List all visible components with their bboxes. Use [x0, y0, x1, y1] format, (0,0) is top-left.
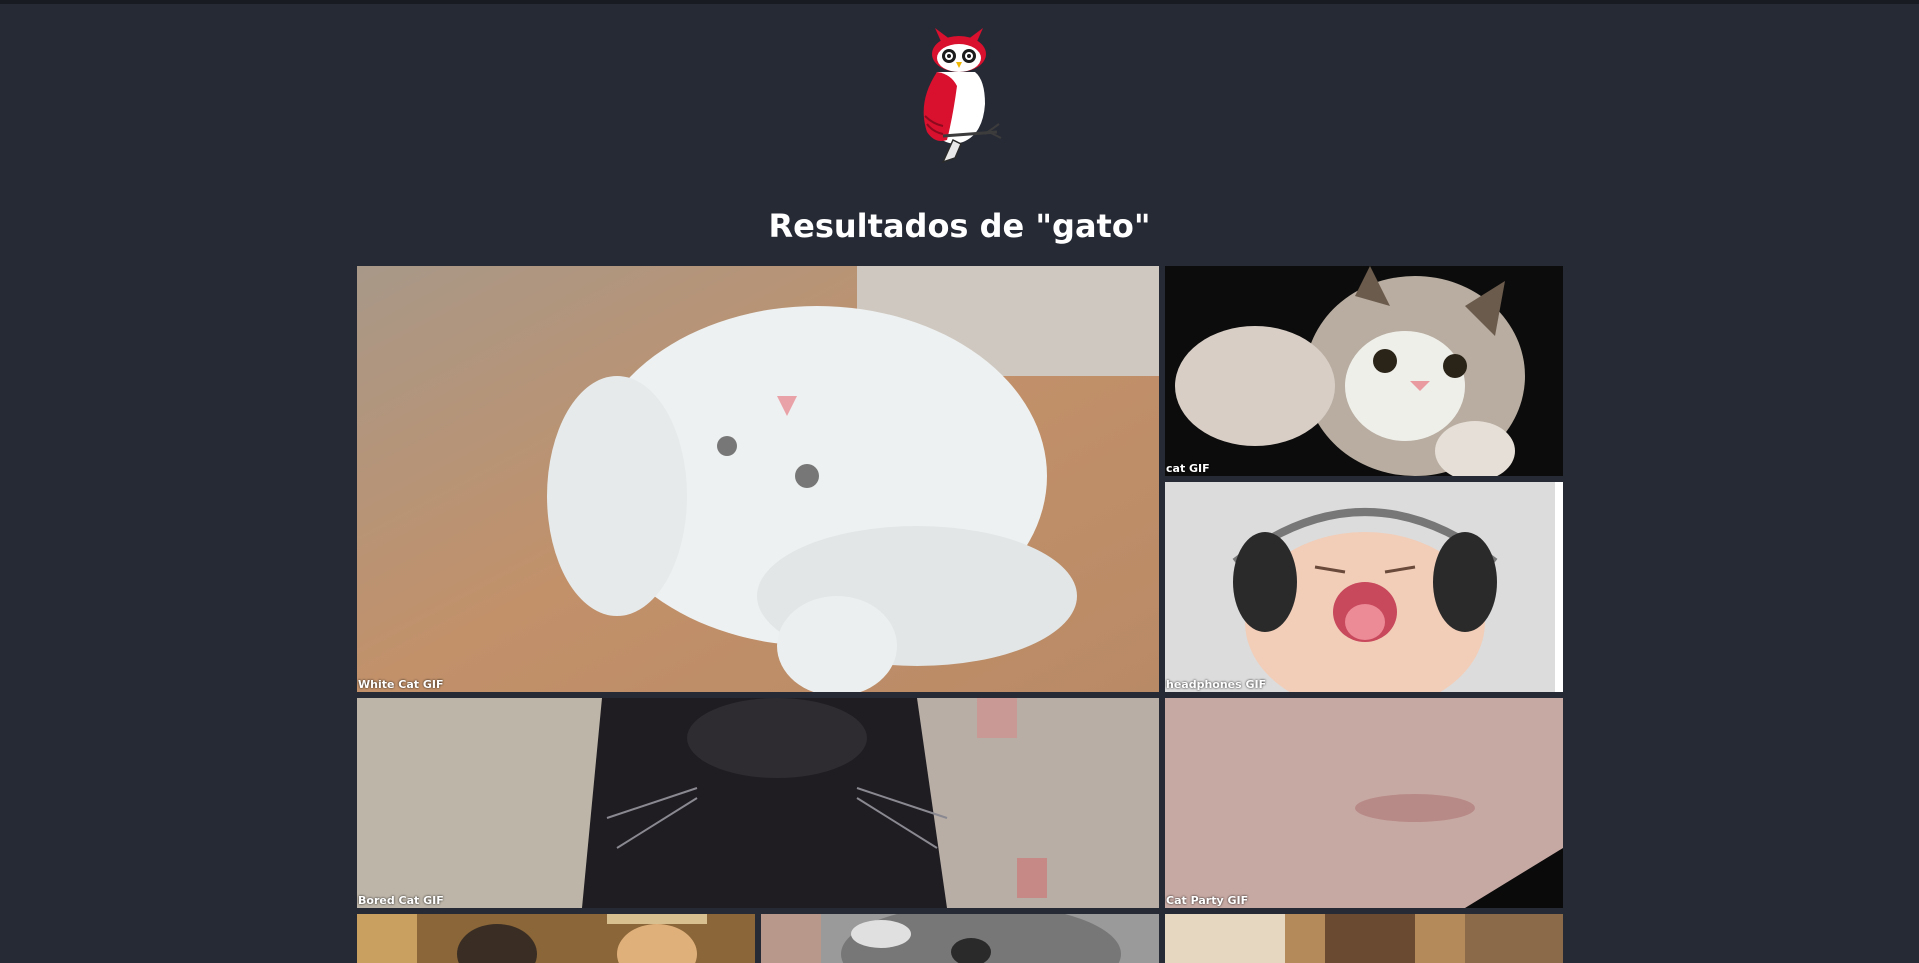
result-caption: cat GIF [1166, 462, 1210, 475]
page-title: Resultados de "gato" [768, 207, 1151, 245]
result-caption: headphones GIF [1166, 678, 1267, 691]
cat-image [1165, 698, 1563, 908]
owl-logo[interactable] [913, 24, 1005, 166]
cat-image [357, 698, 1159, 908]
cat-image [761, 914, 1159, 963]
result-tile[interactable] [1165, 914, 1563, 963]
result-caption: Cat Party GIF [1166, 894, 1249, 907]
cat-image [357, 266, 1159, 692]
result-caption: White Cat GIF [358, 678, 444, 691]
result-tile-white-cat[interactable]: White Cat GIF [357, 266, 1159, 692]
result-tile-cat-party[interactable]: Cat Party GIF [1165, 698, 1563, 908]
cat-image [1165, 914, 1563, 963]
result-tile-headphones[interactable]: headphones GIF [1165, 482, 1563, 692]
cat-image [1165, 266, 1563, 476]
result-tile-bored-cat[interactable]: Bored Cat GIF [357, 698, 1159, 908]
result-tile-cat[interactable]: cat GIF [1165, 266, 1563, 476]
result-caption: Bored Cat GIF [358, 894, 444, 907]
cat-image [357, 914, 755, 963]
cat-image [1165, 482, 1563, 692]
result-tile[interactable] [357, 914, 755, 963]
top-border [0, 0, 1919, 4]
result-tile[interactable] [761, 914, 1159, 963]
